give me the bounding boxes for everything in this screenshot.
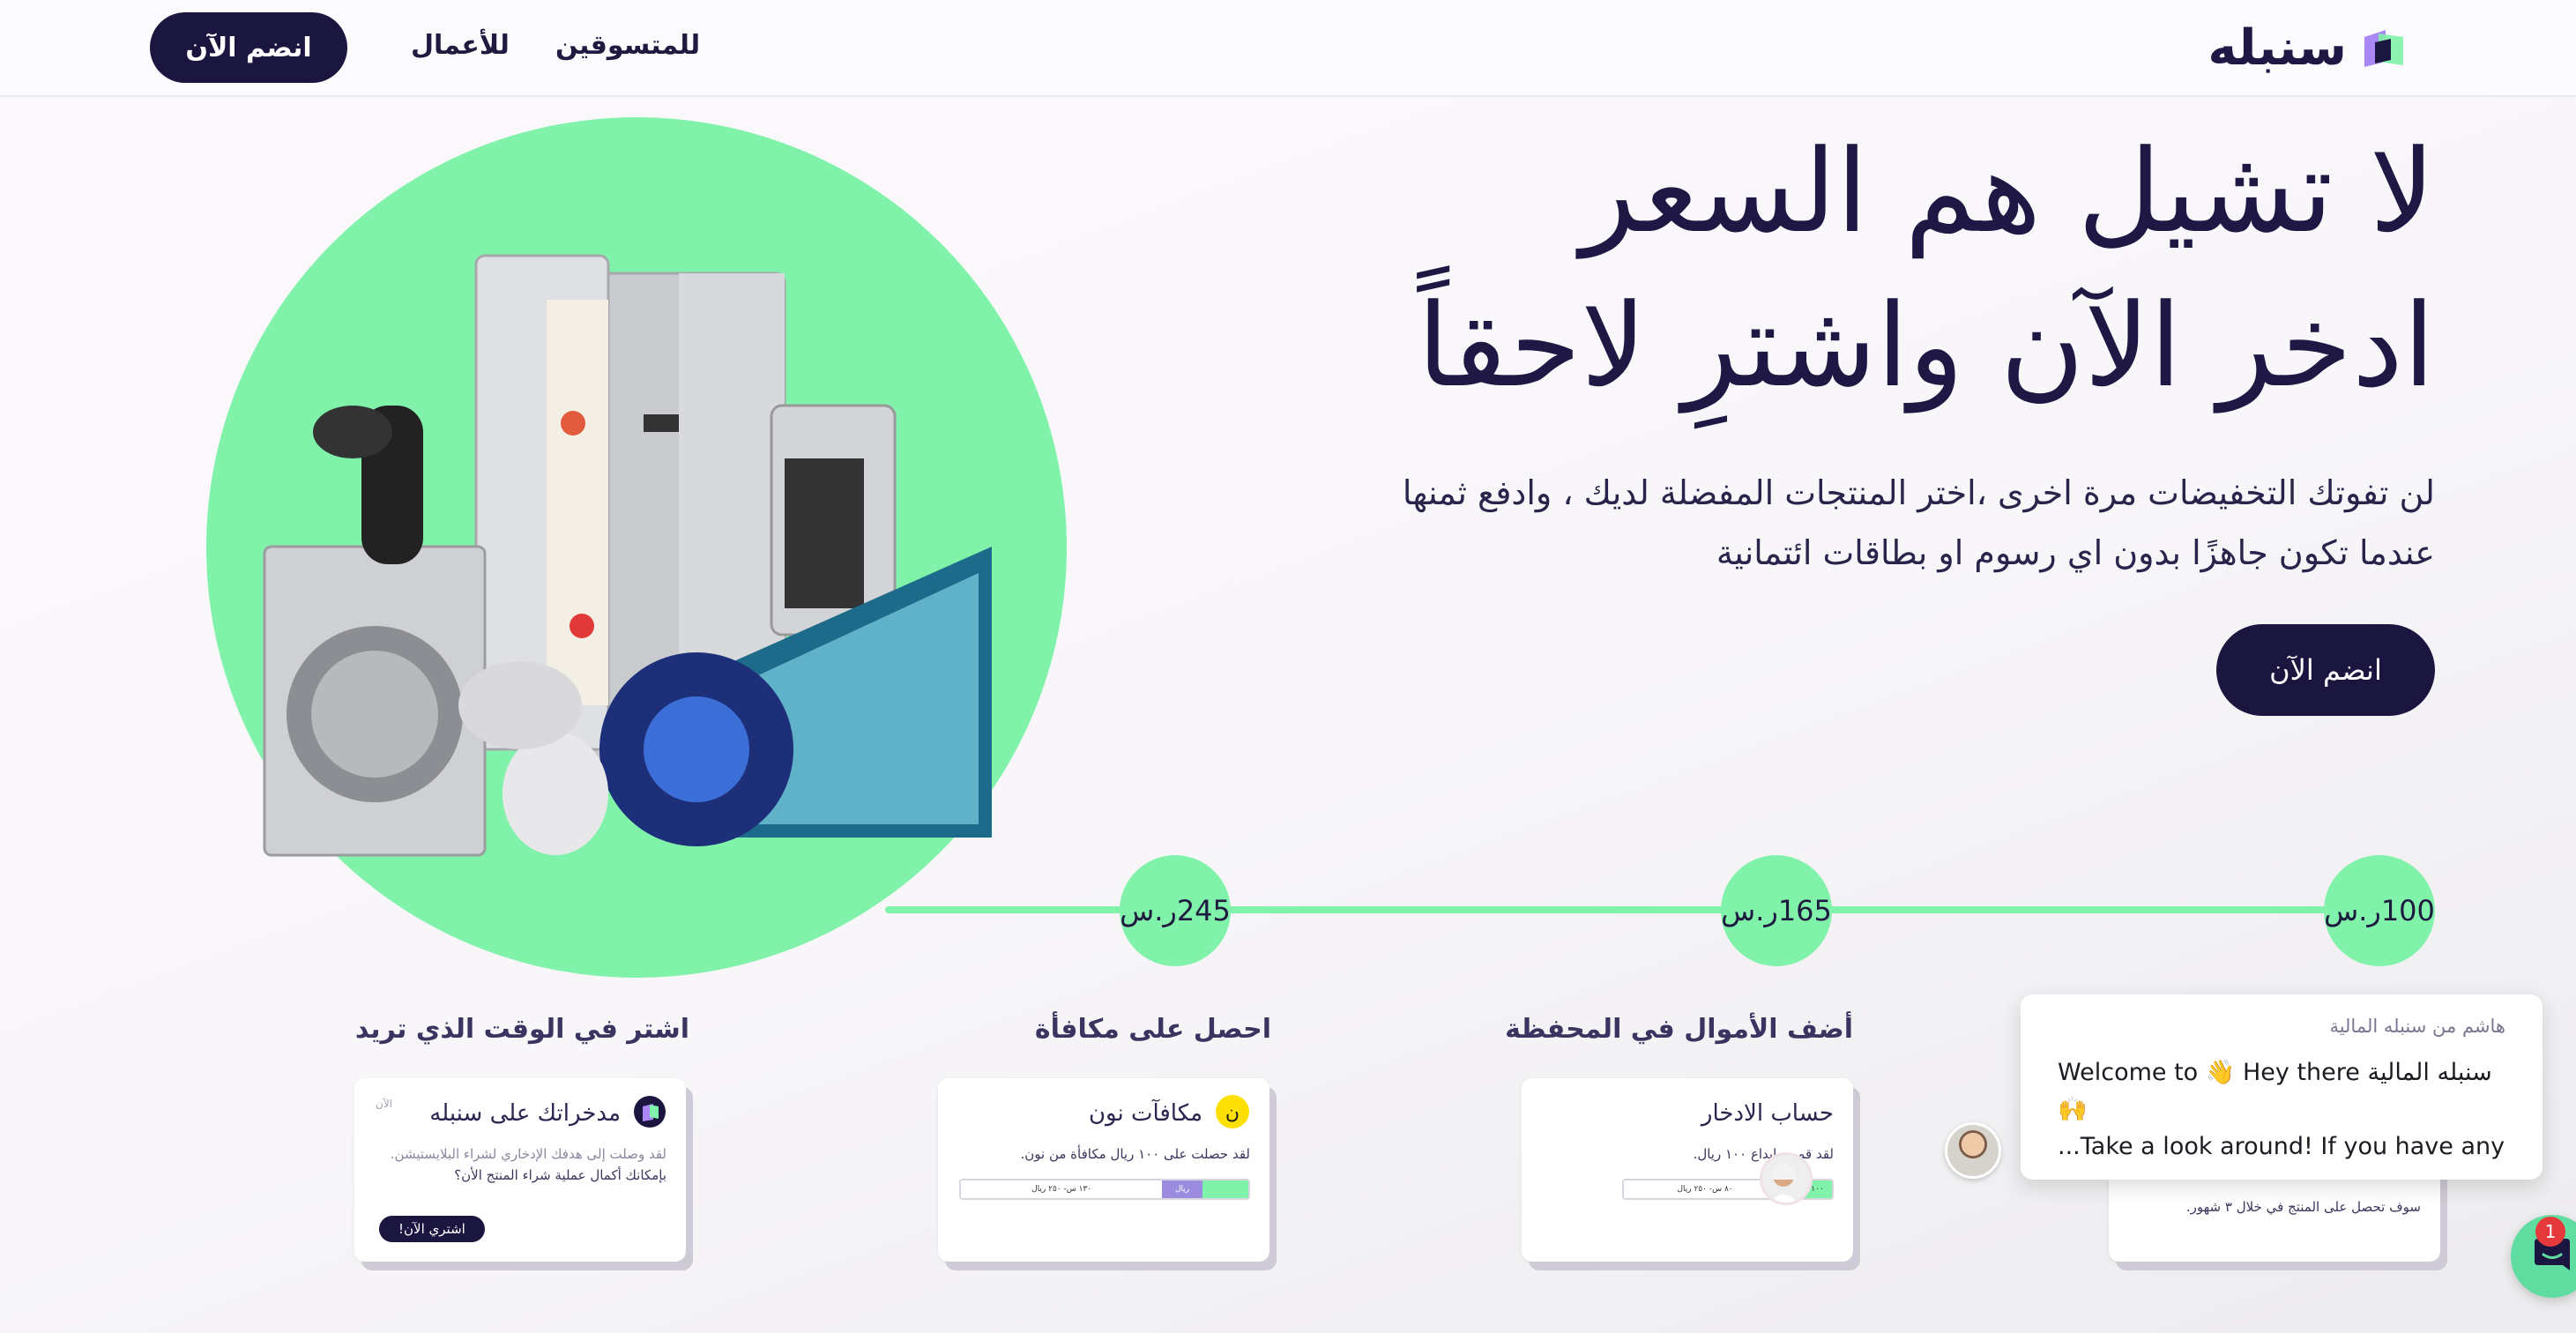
card-sonbola-text-2: بإمكانك أكمال عملية شراء المنتج الأن؟ — [454, 1167, 666, 1183]
hero-title-line2: ادخر الآن واشترِ لاحقاً — [1417, 279, 2435, 413]
nav-shoppers-link[interactable]: للمتسوقين — [555, 26, 700, 65]
step-title-add-funds: أضف الأموال في المحفظة — [1505, 1014, 1853, 1045]
chat-message-line2: ...Take a look around! If you have any — [2058, 1133, 2505, 1160]
card-sonbola-title: مدخراتك على سنبله — [429, 1100, 621, 1127]
step-title-buy-anytime: اشتر في الوقت الذي تريد — [354, 1014, 689, 1045]
card-time-label: الآن — [376, 1098, 392, 1110]
noon-logo-icon: ن — [1215, 1094, 1250, 1133]
header-join-button[interactable]: انضم الآن — [150, 12, 347, 83]
card-noon-text: لقد حصلت على ١٠٠ ريال مكافأة من نون. — [1020, 1146, 1250, 1162]
chat-sender-name: هاشم من سنبله المالية — [2329, 1016, 2505, 1037]
timeline-step-2: 165ر.س — [1721, 855, 1832, 966]
noon-progress-filled — [1202, 1180, 1248, 1198]
card-delivery-text: سوف تحصل على المنتج في خلال ٣ شهور. — [2185, 1199, 2421, 1215]
user-avatar — [1760, 1152, 1813, 1205]
timeline-step-1: 100ر.س — [2324, 855, 2435, 966]
noon-progress-rest: ١٣٠ س- ٢٥٠ ريال — [961, 1180, 1163, 1198]
nav-business-link[interactable]: للأعمال — [411, 26, 510, 65]
card-savings-account: حساب الادخار لقد قمت بإيداع ١٠٠ ريال. ١٠… — [1522, 1078, 1853, 1262]
savings-timeline-line — [885, 906, 2433, 913]
svg-text:ن: ن — [1225, 1102, 1240, 1124]
card-sonbola-text-1: لقد وصلت إلى هدفك الإدخاري لشراء البلايس… — [390, 1146, 666, 1162]
sonbola-logo[interactable]: سنبله — [2207, 19, 2408, 78]
chat-unread-badge: 1 — [2535, 1217, 2565, 1247]
buy-now-button[interactable]: اشتري الآن! — [379, 1216, 485, 1242]
card-noon-title: مكافآت نون — [1088, 1100, 1202, 1127]
timeline-step-3: 245ر.س — [1120, 855, 1231, 966]
sonbola-badge-icon — [633, 1095, 666, 1132]
card-noon-rewards: ن مكافآت نون لقد حصلت على ١٠٠ ريال مكافأ… — [938, 1078, 1269, 1262]
appliances-illustration — [263, 254, 992, 857]
chat-message-line1: Welcome to 👋 Hey there سنبله المالية 🙌 — [2058, 1059, 2492, 1123]
chat-agent-avatar[interactable] — [1945, 1122, 2001, 1179]
noon-progress-bar: ريال ١٣٠ س- ٢٥٠ ريال — [959, 1179, 1250, 1200]
card-sonbola-savings: مدخراتك على سنبله الآن لقد وصلت إلى هدفك… — [354, 1078, 686, 1262]
hero-title-line1: لا تشيل هم السعر — [1580, 124, 2435, 258]
hero-title: لا تشيل هم السعر ادخر الآن واشترِ لاحقاً — [1201, 115, 2435, 423]
hero-description: لن تفوتك التخفيضات مرة اخرى ،اختر المنتج… — [1289, 463, 2435, 583]
step-title-get-reward: احصل على مكافأة — [1034, 1014, 1271, 1045]
hero-desc-line2: عندما تكون جاهزًا بدون اي رسوم او بطاقات… — [1716, 533, 2435, 572]
noon-progress-reward: ريال — [1162, 1180, 1202, 1198]
card-savings-title: حساب الادخار — [1701, 1100, 1834, 1127]
chat-message-popup[interactable]: هاشم من سنبله المالية Welcome to 👋 Hey t… — [2021, 994, 2542, 1180]
logo-mark-icon — [2356, 26, 2408, 71]
hero-desc-line1: لن تفوتك التخفيضات مرة اخرى ،اختر المنتج… — [1402, 473, 2435, 512]
logo-text: سنبله — [2207, 19, 2347, 77]
top-navbar: سنبله للمتسوقين للأعمال انضم الآن — [0, 0, 2576, 97]
hero-join-button[interactable]: انضم الآن — [2216, 624, 2435, 716]
chat-message-text: Welcome to 👋 Hey there سنبله المالية 🙌 .… — [2058, 1054, 2505, 1165]
landing-page: سنبله للمتسوقين للأعمال انضم الآن لا تشي… — [0, 0, 2576, 1333]
